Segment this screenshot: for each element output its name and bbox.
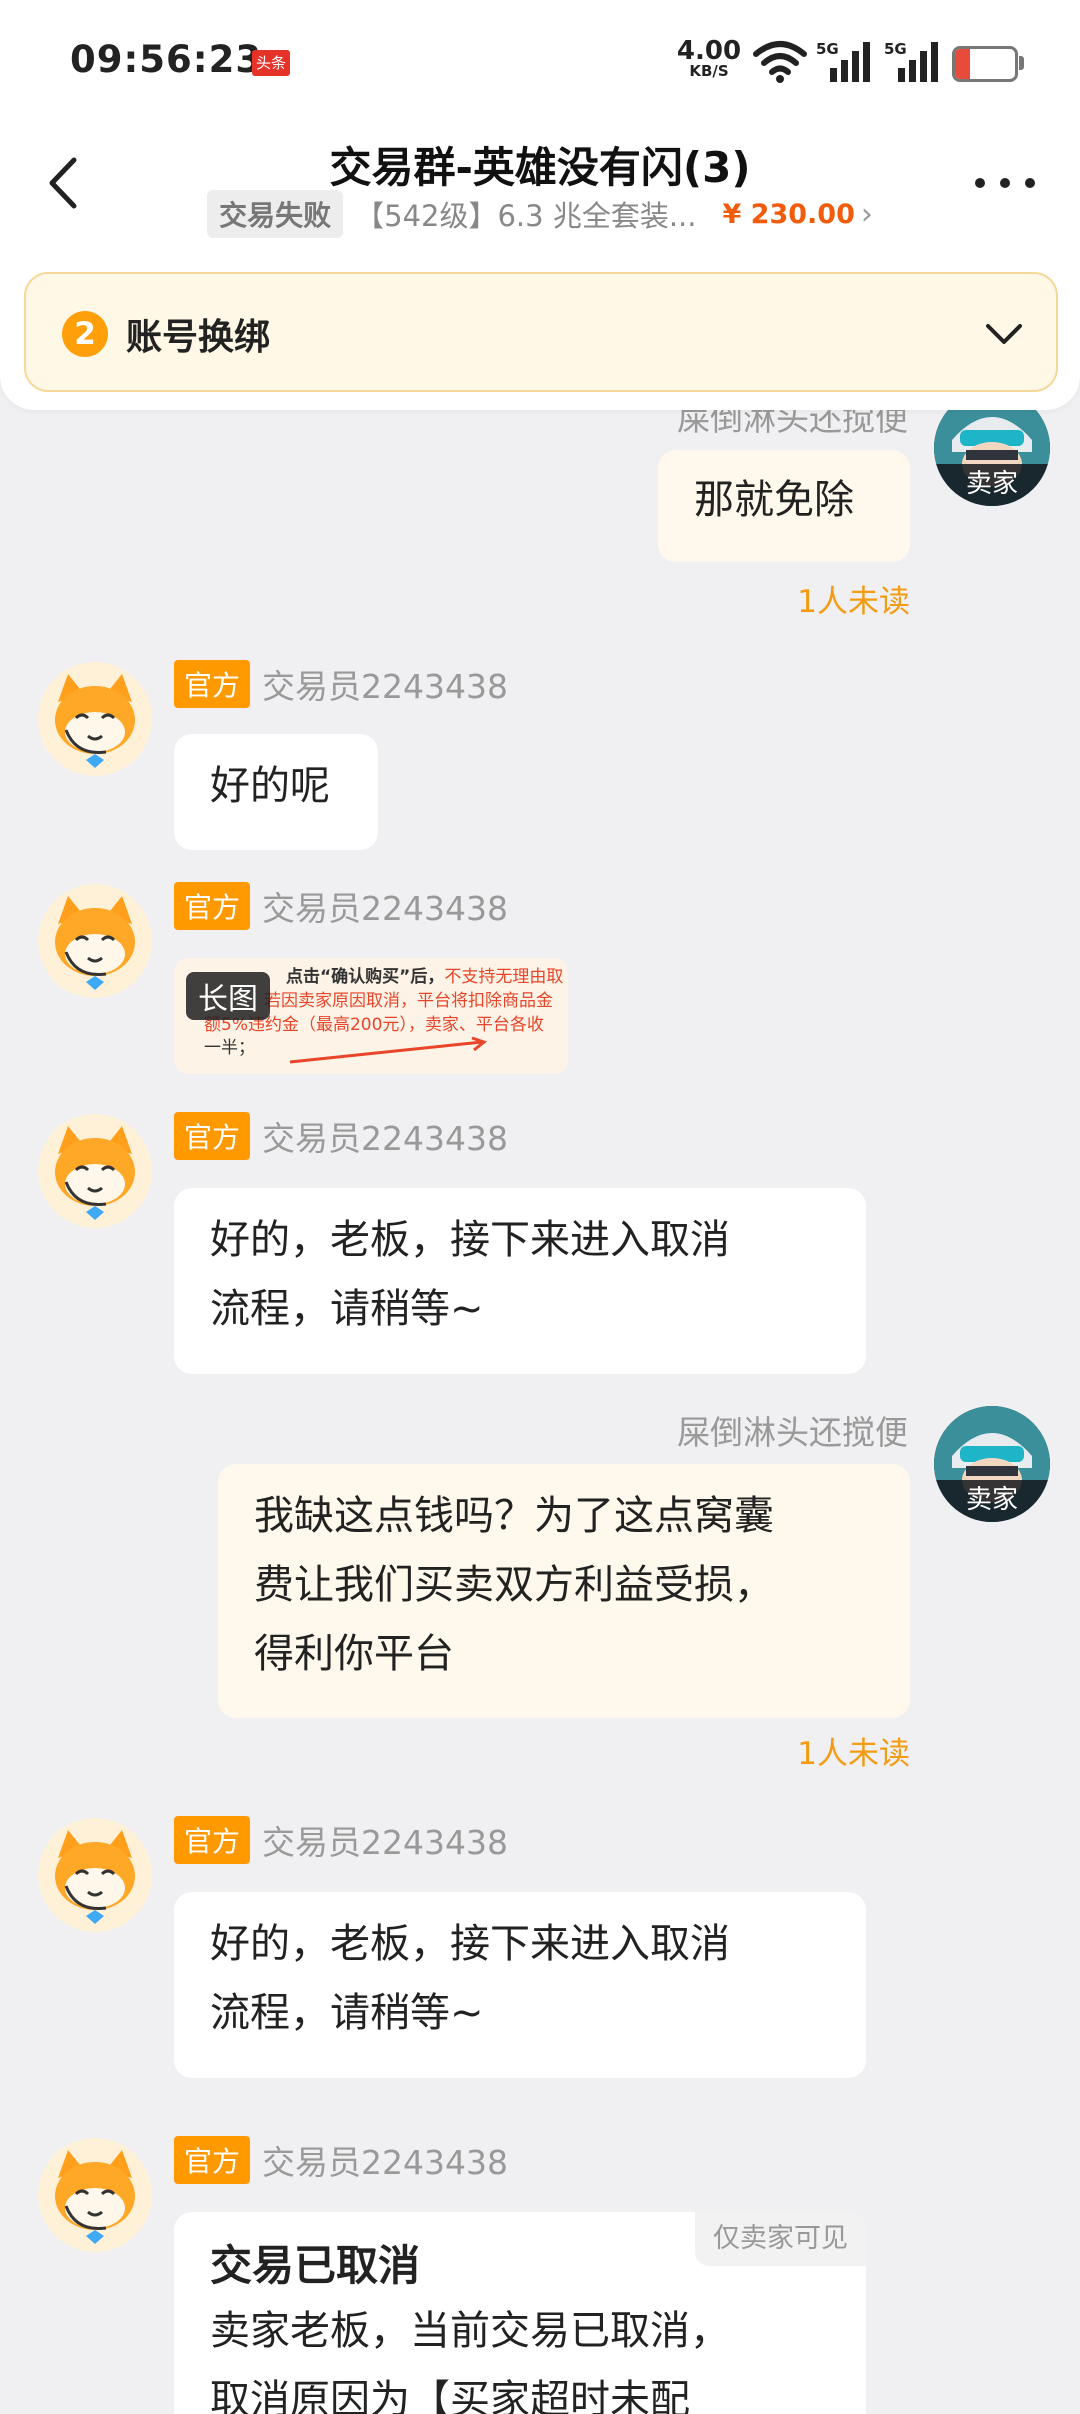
- seller-avatar[interactable]: 卖家: [934, 1406, 1050, 1522]
- chevron-right-icon: ›: [860, 196, 873, 232]
- sender-line: 官方 交易员2243438: [174, 1816, 508, 1864]
- img-text-2: 若因卖家原因取消，平台将扣除商品金: [264, 990, 553, 1011]
- message-line: 卖家老板，当前交易已取消，: [210, 2308, 730, 2354]
- message-line: 取消原因为【买家超时未配: [210, 2376, 690, 2414]
- message-official-1: 官方 交易员2243438 好的呢: [0, 660, 1080, 860]
- toutiao-notification-icon: 头条: [252, 50, 290, 76]
- message-line: 流程，请稍等~: [210, 1989, 484, 2036]
- battery-icon: 14: [952, 46, 1018, 82]
- chat-header: 交易群-英雄没有闪(3) 交易失败 【542级】6.3 兆全套装... ¥ 23…: [0, 120, 1080, 410]
- sender-name: 屎倒淋头还搅便: [677, 410, 908, 438]
- official-badge: 官方: [174, 2136, 251, 2184]
- status-bar: 09:56:23 头条 4.00 KB/S 5G 5G 14: [0, 0, 1080, 120]
- cell-signal-2-icon: 5G: [884, 40, 940, 88]
- chat-message-list[interactable]: 屎倒淋头还搅便 卖家 那就免除 1人未读 官方 交易员2243438 好的呢 官…: [0, 410, 1080, 2414]
- message-line: 好的，老板，接下来进入取消: [210, 1217, 730, 1263]
- seller-avatar[interactable]: 卖家: [934, 410, 1050, 506]
- message-bubble[interactable]: 好的，老板，接下来进入取消 流程，请稍等~: [174, 1188, 866, 1374]
- sender-name: 交易员2243438: [262, 1119, 508, 1158]
- cell-signal-1-icon: 5G: [816, 40, 872, 88]
- message-line: 好的，老板，接下来进入取消: [210, 1921, 730, 1967]
- visibility-tag: 仅卖家可见: [695, 2212, 866, 2267]
- more-options-button[interactable]: [970, 168, 1040, 198]
- sender-name: 屎倒淋头还搅便: [677, 1413, 908, 1452]
- chat-title: 交易群-英雄没有闪(3): [329, 143, 751, 192]
- chevron-down-icon[interactable]: [982, 314, 1026, 354]
- avatar[interactable]: 卖家: [934, 410, 1050, 506]
- clock: 09:56:23: [70, 38, 263, 81]
- img-text-1b: 不支持无理由取: [444, 967, 564, 987]
- message-bubble[interactable]: 好的，老板，接下来进入取消 流程，请稍等~: [174, 1892, 866, 2078]
- step-label: 账号换绑: [126, 317, 271, 358]
- seller-tag: 卖家: [934, 464, 1050, 506]
- cat-avatar-icon[interactable]: [36, 2136, 154, 2254]
- img-text-1a: 点击“确认购买”后，: [286, 967, 445, 987]
- official-badge: 官方: [174, 1816, 251, 1864]
- message-official-3: 官方 交易员2243438 好的，老板，接下来进入取消 流程，请稍等~: [0, 1112, 1080, 1392]
- network-speed-unit: KB/S: [689, 62, 729, 80]
- long-image-tag: 长图: [186, 972, 270, 1020]
- avatar[interactable]: 卖家: [934, 1406, 1050, 1522]
- sig2-label: 5G: [884, 40, 907, 58]
- network-speed: 4.00 KB/S: [676, 38, 742, 79]
- order-summary[interactable]: 交易失败 【542级】6.3 兆全套装... ¥ 230.00 ›: [0, 190, 1080, 238]
- cat-avatar-icon[interactable]: [36, 1816, 154, 1934]
- message-line: 得利你平台: [254, 1630, 454, 1677]
- sender-line: 官方 交易员2243438: [174, 2136, 508, 2184]
- sig1-label: 5G: [816, 40, 839, 58]
- seller-tag: 卖家: [934, 1480, 1050, 1522]
- unread-indicator: 1人未读: [797, 584, 910, 620]
- sender-line: 官方 交易员2243438: [174, 1112, 508, 1160]
- message-bubble[interactable]: 那就免除: [658, 450, 910, 562]
- sender-name: 交易员2243438: [262, 2143, 508, 2182]
- message-bubble[interactable]: 好的呢: [174, 734, 378, 850]
- official-badge: 官方: [174, 1112, 251, 1160]
- sender-line: 官方 交易员2243438: [174, 660, 508, 708]
- message-seller-1: 屎倒淋头还搅便 卖家 那就免除 1人未读: [0, 410, 1080, 620]
- message-official-5: 官方 交易员2243438 仅卖家可见 交易已取消 卖家老板，当前交易已取消， 取…: [0, 2136, 1080, 2414]
- sender-line: 官方 交易员2243438: [174, 882, 508, 930]
- cat-avatar-icon[interactable]: [36, 660, 154, 778]
- sender-name: 交易员2243438: [262, 667, 508, 706]
- order-status-badge: 交易失败: [207, 190, 344, 238]
- official-badge: 官方: [174, 882, 251, 930]
- battery-level: 14: [969, 51, 1001, 76]
- official-badge: 官方: [174, 660, 251, 708]
- cancel-notice-card[interactable]: 仅卖家可见 交易已取消 卖家老板，当前交易已取消， 取消原因为【买家超时未配: [174, 2212, 866, 2414]
- step-number-badge: 2: [62, 311, 108, 357]
- wifi-icon: [753, 41, 807, 83]
- sender-name: 交易员2243438: [262, 889, 508, 928]
- cat-avatar-icon[interactable]: [36, 1112, 154, 1230]
- arrow-annotation-icon: [289, 1036, 488, 1064]
- network-speed-value: 4.00: [676, 36, 742, 66]
- message-line: 费让我们买卖双方利益受损，: [254, 1561, 774, 1608]
- message-seller-2: 屎倒淋头还搅便 卖家 我缺这点钱吗？为了这点窝囊 费让我们买卖双方利益受损， 得…: [0, 1406, 1080, 1786]
- image-message[interactable]: 点击“确认购买”后，不支持无理由取 若因卖家原因取消，平台将扣除商品金 额5%违…: [174, 958, 568, 1074]
- message-official-2: 官方 交易员2243438 点击“确认购买”后，不支持无理由取 若因卖家原因取消，…: [0, 882, 1080, 1082]
- message-line: 流程，请稍等~: [210, 1285, 484, 1332]
- message-line: 我缺这点钱吗？为了这点窝囊: [254, 1493, 774, 1539]
- message-bubble[interactable]: 我缺这点钱吗？为了这点窝囊 费让我们买卖双方利益受损， 得利你平台: [218, 1464, 910, 1718]
- sender-name: 交易员2243438: [262, 1823, 508, 1862]
- battery-tip: [1019, 56, 1024, 70]
- trade-step-card[interactable]: 2 账号换绑: [24, 272, 1058, 392]
- unread-indicator: 1人未读: [797, 1736, 910, 1772]
- order-description: 【542级】6.3 兆全套装...: [355, 199, 697, 233]
- order-price: ¥ 230.00: [722, 198, 855, 230]
- message-official-4: 官方 交易员2243438 好的，老板，接下来进入取消 流程，请稍等~: [0, 1816, 1080, 2096]
- cat-avatar-icon[interactable]: [36, 882, 154, 1000]
